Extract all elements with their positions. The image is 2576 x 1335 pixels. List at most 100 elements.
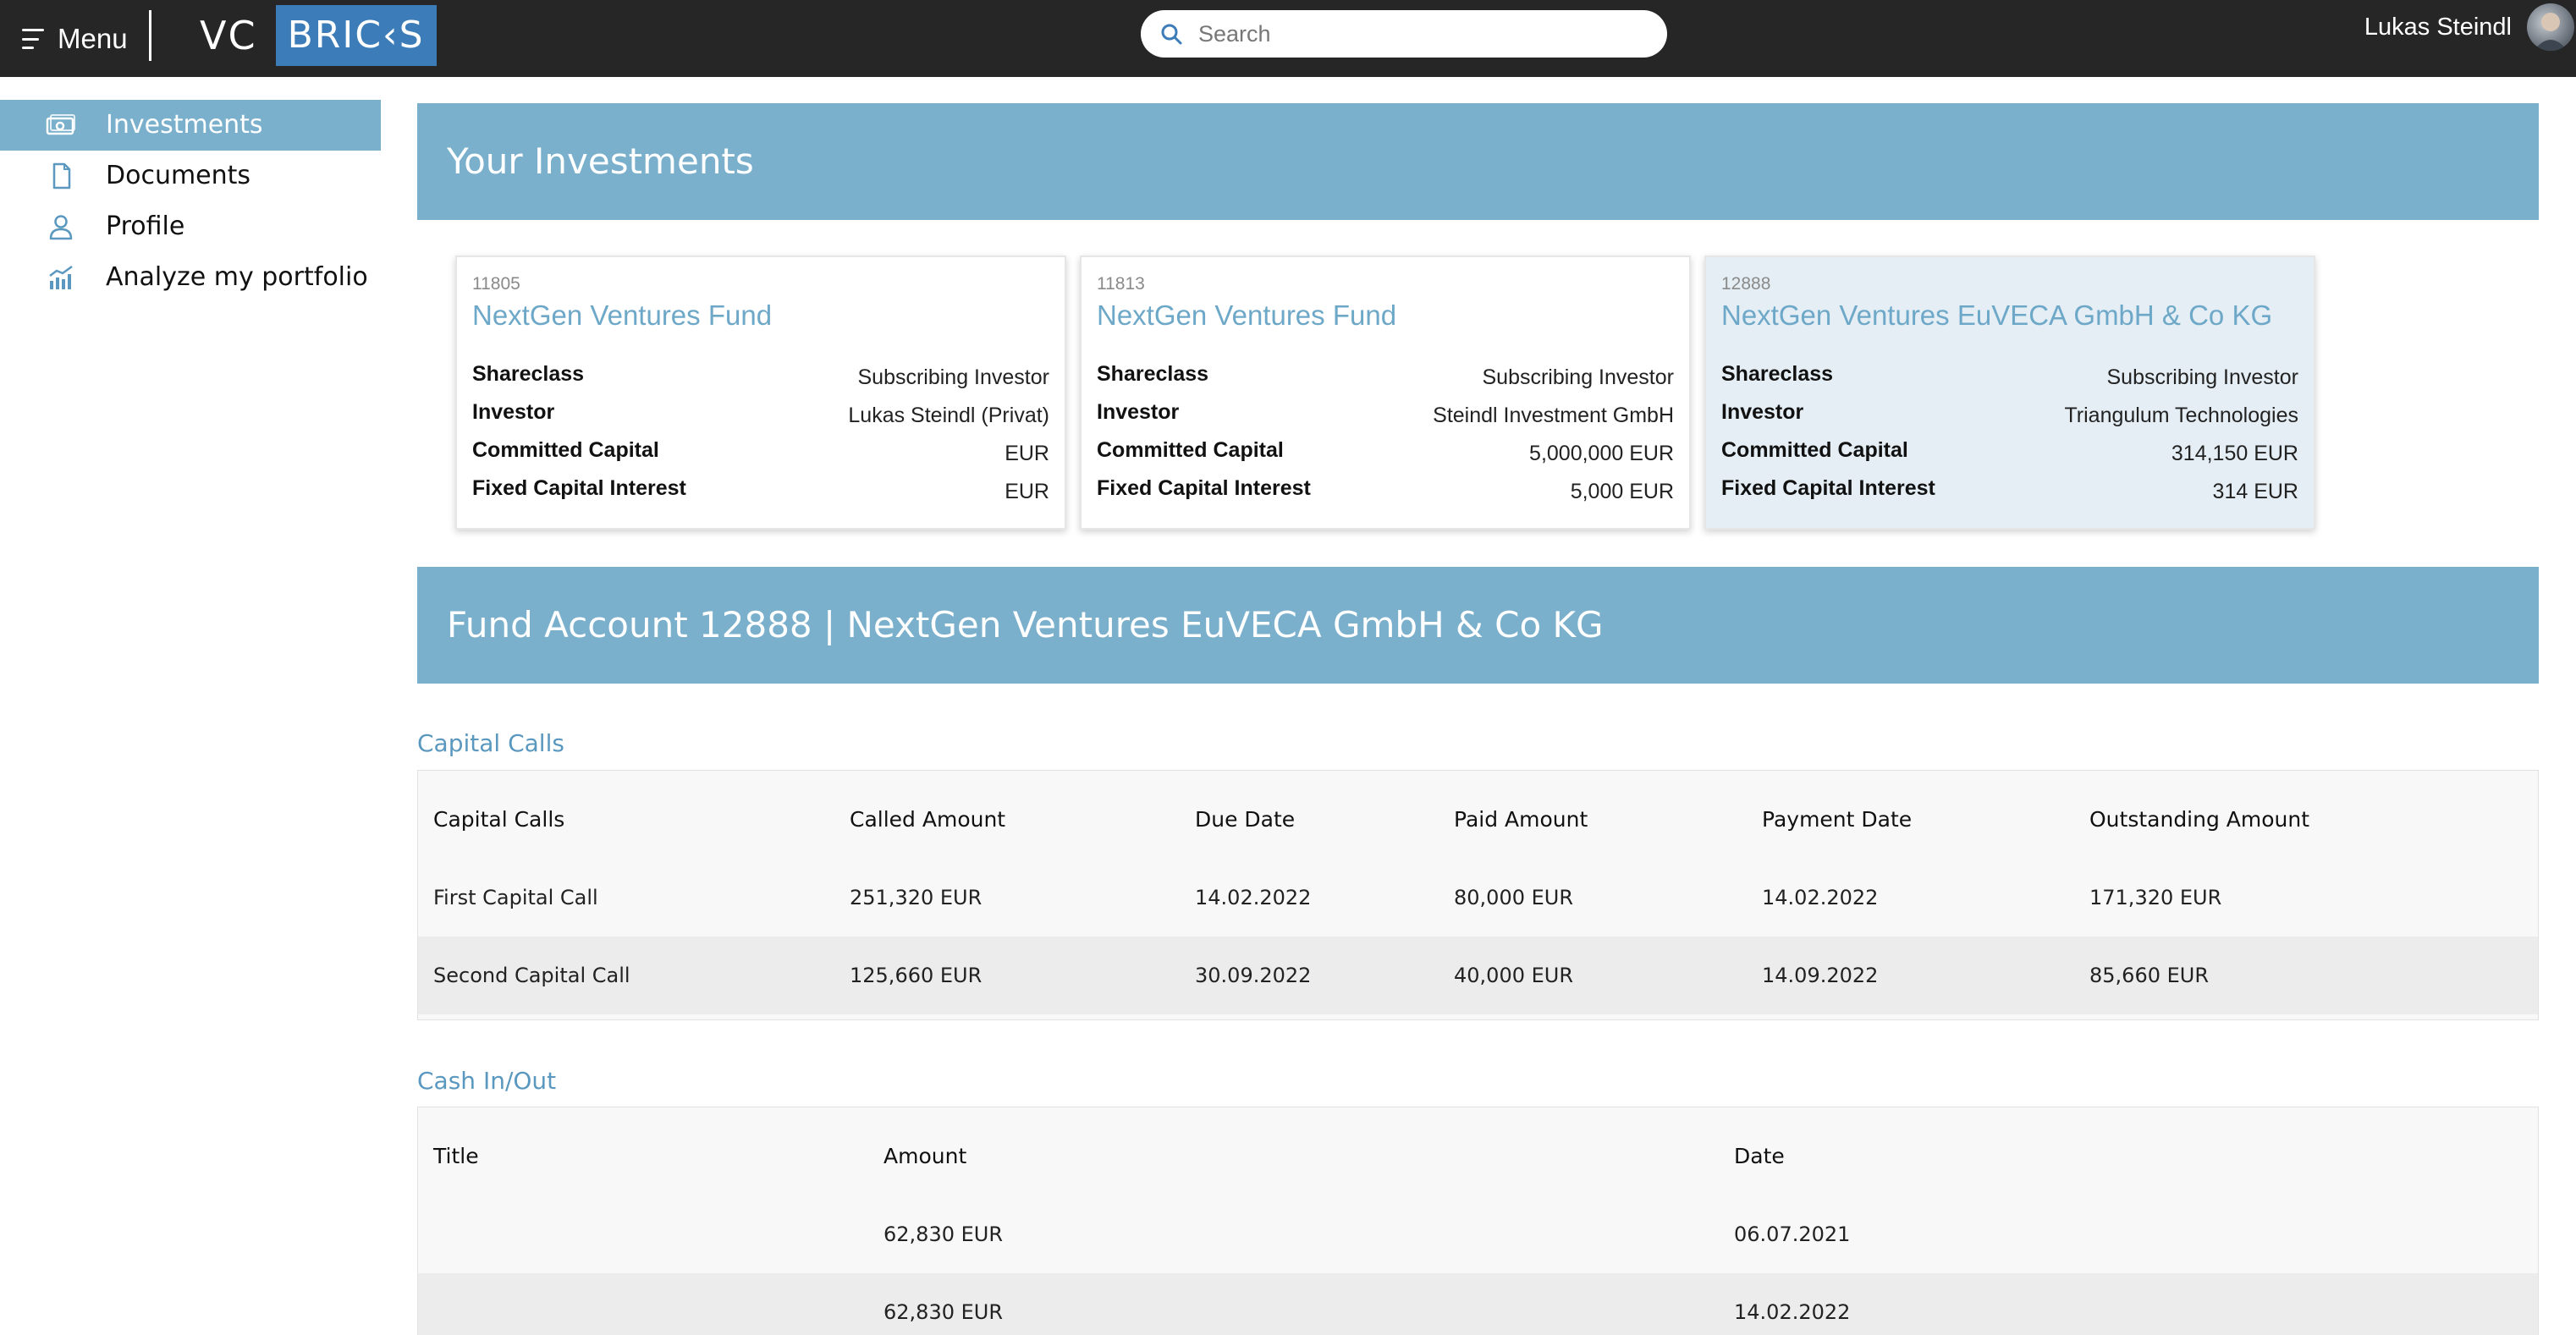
field-label: Investor [1721, 400, 1804, 424]
table-cell: 06.07.2021 [1734, 1222, 1851, 1246]
card-title[interactable]: NextGen Ventures Fund [1097, 299, 1396, 332]
field-value: 5,000,000 EUR [1529, 442, 1674, 465]
user-icon [49, 215, 73, 240]
field-value: 314 EUR [2212, 480, 2298, 503]
card-row-committed: Committed Capital EUR [472, 438, 1049, 472]
column-header: Title [433, 1144, 479, 1168]
table-cell: 14.02.2022 [1762, 886, 1879, 909]
card-row-committed: Committed Capital 314,150 EUR [1721, 438, 2298, 472]
field-value: Subscribing Investor [1482, 365, 1674, 389]
sidebar-item-documents[interactable]: Documents [0, 151, 381, 201]
table-cell: 40,000 EUR [1454, 964, 1574, 987]
sidebar-item-label: Documents [106, 161, 251, 190]
table-cell: 85,660 EUR [2089, 964, 2210, 987]
field-value: Lukas Steindl (Privat) [848, 404, 1049, 427]
card-row-fixed: Fixed Capital Interest 5,000 EUR [1097, 476, 1674, 510]
card-row-investor: Investor Lukas Steindl (Privat) [472, 400, 1049, 434]
user-name[interactable]: Lukas Steindl [2364, 10, 2512, 44]
column-header: Called Amount [850, 807, 1006, 832]
menu-button[interactable]: Menu [22, 15, 128, 63]
field-label: Shareclass [1097, 362, 1209, 386]
capital-calls-heading: Capital Calls [417, 729, 564, 757]
logo-vc-text: VC [200, 13, 257, 58]
table-row: 62,830 EUR 14.02.2022 [418, 1273, 2538, 1335]
field-value: Subscribing Investor [857, 365, 1049, 389]
investment-card-selected[interactable]: 12888 NextGen Ventures EuVECA GmbH & Co … [1704, 255, 2315, 530]
field-label: Investor [472, 400, 555, 424]
sidebar-item-label: Analyze my portfolio [106, 262, 368, 292]
logo[interactable]: VC BRIC‹S [200, 5, 437, 66]
card-row-shareclass: Shareclass Subscribing Investor [1097, 362, 1674, 396]
top-bar: Menu VC BRIC‹S Lukas Steindl [0, 0, 2576, 77]
column-header: Due Date [1195, 807, 1296, 832]
table-cell: 14.02.2022 [1734, 1300, 1851, 1324]
table-row: Second Capital Call 125,660 EUR 30.09.20… [418, 937, 2538, 1014]
table-cell: 125,660 EUR [850, 964, 983, 987]
field-label: Shareclass [472, 362, 585, 386]
field-value: EUR [1005, 480, 1049, 503]
column-header: Capital Calls [433, 807, 565, 832]
column-header: Date [1734, 1144, 1785, 1168]
field-value: EUR [1005, 442, 1049, 465]
card-row-committed: Committed Capital 5,000,000 EUR [1097, 438, 1674, 472]
hamburger-icon [22, 29, 47, 49]
card-row-shareclass: Shareclass Subscribing Investor [1721, 362, 2298, 396]
search-icon [1161, 24, 1182, 45]
table-cell: 171,320 EUR [2089, 886, 2222, 909]
column-header: Outstanding Amount [2089, 807, 2310, 832]
table-cell: 30.09.2022 [1195, 964, 1312, 987]
card-id: 11813 [1097, 274, 1145, 294]
card-row-investor: Investor Steindl Investment GmbH [1097, 400, 1674, 434]
document-icon [52, 162, 71, 190]
card-title[interactable]: NextGen Ventures EuVECA GmbH & Co KG [1721, 299, 2272, 332]
table-cell: Second Capital Call [433, 964, 630, 987]
card-row-investor: Investor Triangulum Technologies [1721, 400, 2298, 434]
card-id: 11805 [472, 274, 520, 294]
column-header: Payment Date [1762, 807, 1913, 832]
investments-banner: Your Investments [417, 103, 2539, 220]
sidebar-item-investments[interactable]: Investments [0, 100, 381, 151]
field-value: 314,150 EUR [2171, 442, 2298, 465]
sidebar-item-analyze[interactable]: Analyze my portfolio [0, 252, 381, 303]
table-row: First Capital Call 251,320 EUR 14.02.202… [418, 859, 2538, 937]
field-value: 5,000 EUR [1570, 480, 1674, 503]
table-cell: 62,830 EUR [883, 1300, 1004, 1324]
field-label: Committed Capital [472, 438, 659, 462]
table-cell: 80,000 EUR [1454, 886, 1574, 909]
field-label: Investor [1097, 400, 1180, 424]
sidebar-item-label: Profile [106, 212, 185, 241]
avatar[interactable] [2527, 3, 2574, 51]
search-box[interactable] [1141, 10, 1667, 58]
money-icon [46, 114, 75, 135]
capital-calls-table: Capital Calls Called Amount Due Date Pai… [417, 770, 2539, 1020]
field-value: Triangulum Technologies [2064, 404, 2298, 427]
field-label: Committed Capital [1721, 438, 1908, 462]
column-header: Amount [883, 1144, 967, 1168]
investment-card[interactable]: 11813 NextGen Ventures Fund Shareclass S… [1080, 255, 1691, 530]
page-title: Your Investments [447, 140, 754, 182]
chart-icon [49, 265, 73, 289]
field-label: Shareclass [1721, 362, 1834, 386]
card-title[interactable]: NextGen Ventures Fund [472, 299, 772, 332]
sidebar-item-profile[interactable]: Profile [0, 201, 381, 252]
field-label: Fixed Capital Interest [1721, 476, 1935, 500]
field-value: Subscribing Investor [2106, 365, 2298, 389]
field-label: Fixed Capital Interest [1097, 476, 1311, 500]
card-id: 12888 [1721, 274, 1771, 294]
table-cell: 14.02.2022 [1195, 886, 1312, 909]
cash-inout-heading: Cash In/Out [417, 1067, 557, 1095]
header-divider [149, 10, 151, 61]
cash-inout-table: Title Amount Date 62,830 EUR 06.07.2021 … [417, 1107, 2539, 1335]
table-header-row: Title Amount Date [418, 1118, 2538, 1195]
investment-card[interactable]: 11805 NextGen Ventures Fund Shareclass S… [455, 255, 1066, 530]
table-cell: 251,320 EUR [850, 886, 983, 909]
field-label: Fixed Capital Interest [472, 476, 686, 500]
card-row-fixed: Fixed Capital Interest EUR [472, 476, 1049, 510]
table-row: 62,830 EUR 06.07.2021 [418, 1195, 2538, 1273]
search-input[interactable] [1198, 10, 1647, 58]
logo-bricks-text: BRIC‹S [275, 5, 437, 66]
field-label: Committed Capital [1097, 438, 1284, 462]
table-cell: First Capital Call [433, 886, 598, 909]
table-header-row: Capital Calls Called Amount Due Date Pai… [418, 781, 2538, 859]
card-row-shareclass: Shareclass Subscribing Investor [472, 362, 1049, 396]
